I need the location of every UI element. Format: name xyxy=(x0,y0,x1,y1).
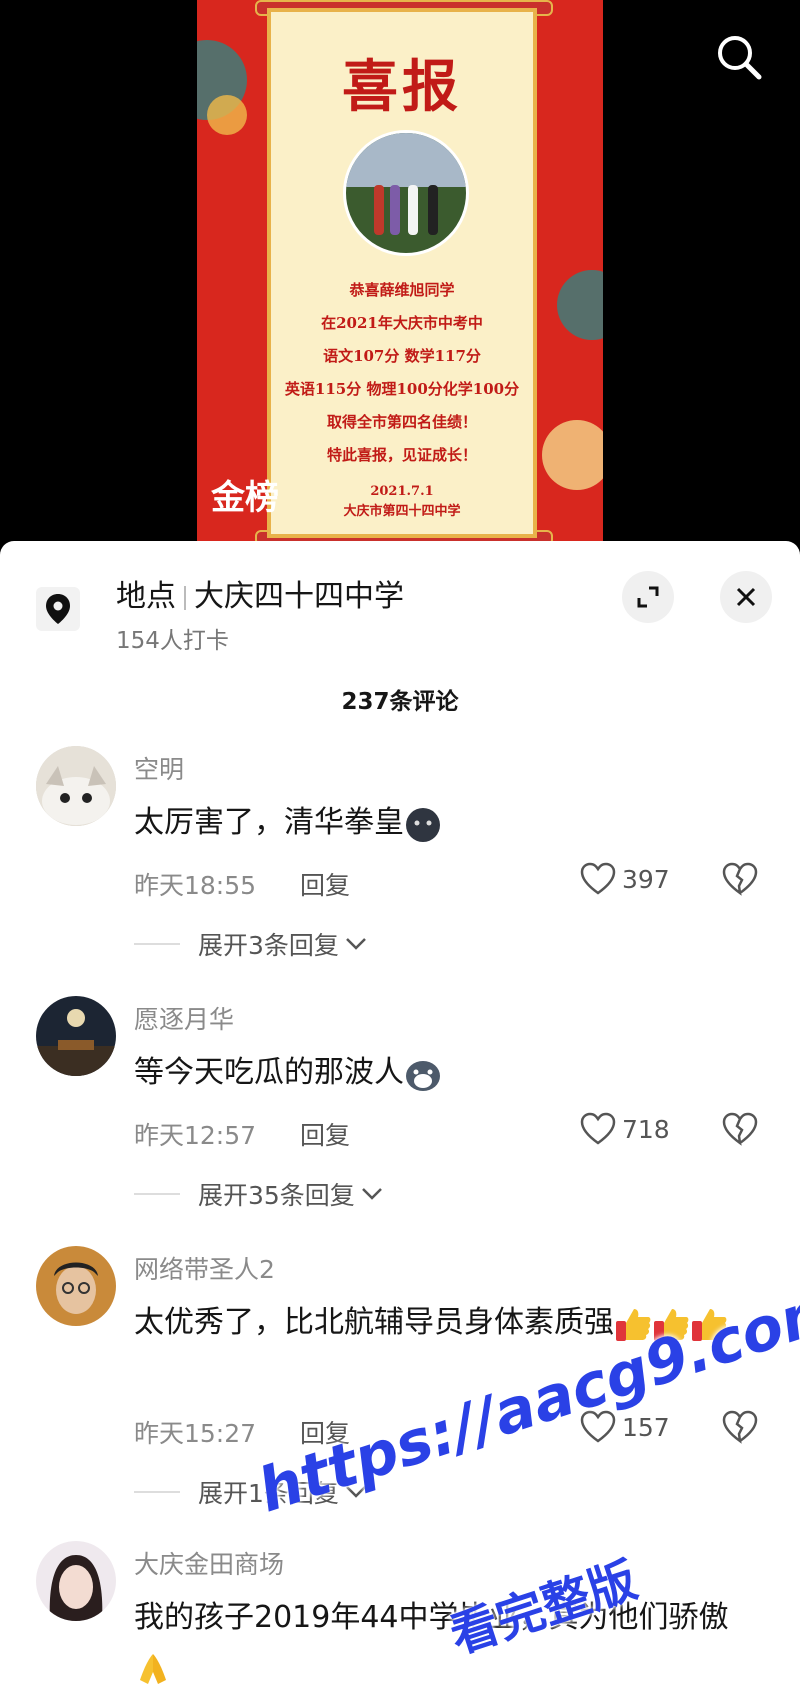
comment-time: 昨天15:27 xyxy=(134,1419,257,1448)
close-button[interactable] xyxy=(720,571,772,623)
dislike-button[interactable] xyxy=(722,1410,758,1448)
chevron-down-icon xyxy=(361,1188,382,1200)
broken-heart-icon xyxy=(722,1410,758,1444)
emoji-icon xyxy=(406,807,440,842)
avatar[interactable] xyxy=(36,1246,116,1326)
expand-replies[interactable]: 展开3条回复 xyxy=(134,926,367,962)
location-label: 地点 xyxy=(116,579,176,614)
avatar[interactable] xyxy=(36,1541,116,1621)
poster-date: 2021.7.1 大庆市第四十四中学 xyxy=(343,484,461,519)
like-count: 157 xyxy=(622,1412,670,1442)
like-count: 718 xyxy=(622,1114,670,1144)
comment-username[interactable]: 空明 xyxy=(134,750,184,786)
comment-text: 太厉害了，清华拳皇 xyxy=(134,798,764,848)
comment-username[interactable]: 愿逐月华 xyxy=(134,1000,234,1036)
poster-photo xyxy=(343,130,469,256)
comment-text: 等今天吃瓜的那波人 xyxy=(134,1048,764,1098)
poster-badge: 金榜 xyxy=(211,478,279,518)
emoji-icon xyxy=(406,1060,440,1091)
comment-sheet: 地点 大庆四十四中学 154人打卡 237条评论 空明 太厉害了，清华拳皇 昨天… xyxy=(0,541,800,1704)
comment-time: 昨天12:57 xyxy=(134,1121,257,1150)
broken-heart-icon xyxy=(722,862,758,896)
video-player[interactable]: 喜报 恭喜薛维旭同学 在2021年大庆市中考中 语文107分 数学117分 英语… xyxy=(0,0,800,545)
poster-title: 喜报 xyxy=(342,54,462,120)
heart-icon xyxy=(580,1112,616,1145)
location-title[interactable]: 地点 大庆四十四中学 xyxy=(116,571,404,615)
poster-text: 恭喜薛维旭同学 在2021年大庆市中考中 语文107分 数学117分 英语115… xyxy=(284,281,520,464)
like-button[interactable]: 718 xyxy=(580,1112,670,1146)
comment-username[interactable]: 大庆金田商场 xyxy=(134,1545,284,1581)
close-icon xyxy=(736,587,756,607)
location-name: 大庆四十四中学 xyxy=(194,579,404,614)
location-pin-icon xyxy=(36,587,80,631)
chevron-down-icon xyxy=(346,938,366,950)
reply-button[interactable]: 回复 xyxy=(300,866,350,902)
comment-time: 昨天18:55 xyxy=(134,871,257,900)
video-poster: 喜报 恭喜薛维旭同学 在2021年大庆市中考中 语文107分 数学117分 英语… xyxy=(197,0,603,545)
praying-hands-icon xyxy=(140,1653,166,1684)
search-icon[interactable] xyxy=(712,30,766,84)
avatar[interactable] xyxy=(36,996,116,1076)
comment-count: 237条评论 xyxy=(341,689,459,715)
like-button[interactable]: 397 xyxy=(580,862,670,896)
heart-icon xyxy=(580,862,616,895)
expand-replies[interactable]: 展开35条回复 xyxy=(134,1176,383,1212)
like-count: 397 xyxy=(622,864,670,894)
comment-username[interactable]: 网络带圣人2 xyxy=(134,1250,275,1286)
dislike-button[interactable] xyxy=(722,862,758,900)
broken-heart-icon xyxy=(722,1112,758,1146)
dislike-button[interactable] xyxy=(722,1112,758,1150)
reply-button[interactable]: 回复 xyxy=(300,1116,350,1152)
expand-icon xyxy=(637,586,659,608)
location-checkins: 154人打卡 xyxy=(116,628,229,654)
expand-button[interactable] xyxy=(622,571,674,623)
avatar[interactable] xyxy=(36,746,116,826)
